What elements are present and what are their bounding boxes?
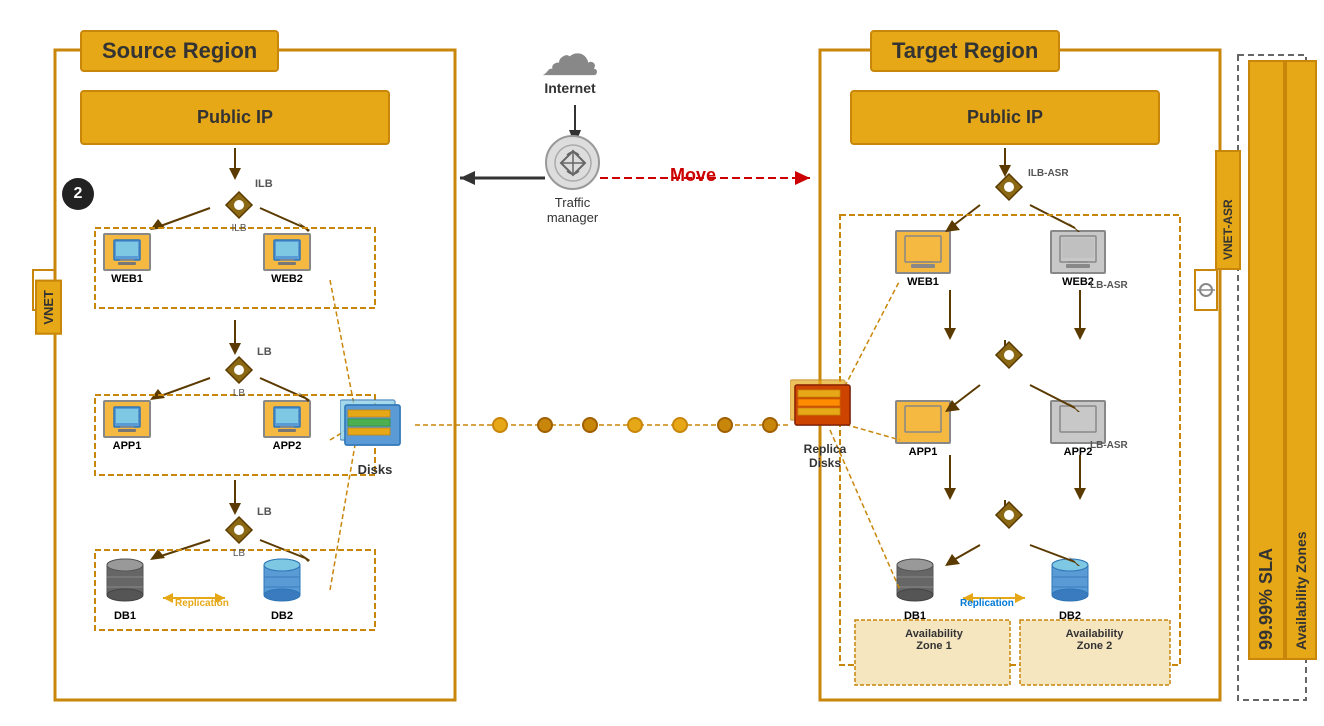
- source-replication-label: Replication: [175, 598, 229, 609]
- source-ilb-diamond: ILB: [224, 190, 254, 234]
- disks-container: Disks: [340, 390, 410, 477]
- traffic-manager-icon: [545, 135, 600, 190]
- target-app1-label: APP1: [895, 446, 951, 458]
- source-app2: APP2: [263, 400, 311, 452]
- replica-disks-label: ReplicaDisks: [790, 442, 860, 470]
- source-region-label: Source Region: [80, 30, 279, 72]
- target-public-ip: Public IP: [850, 90, 1160, 145]
- avail-zones-label: Availability Zones: [1285, 60, 1317, 660]
- vnet-asr-label: VNET-ASR: [1215, 150, 1241, 270]
- traffic-manager-label: Trafficmanager: [545, 195, 600, 225]
- vnet-label: VNET: [35, 280, 62, 335]
- source-db2-label: DB2: [260, 610, 304, 622]
- source-web1: WEB1: [103, 233, 151, 285]
- sla-label: 99.99% SLA: [1248, 60, 1285, 660]
- disks-label: Disks: [340, 462, 410, 477]
- source-web1-label: WEB1: [103, 273, 151, 285]
- target-region-label: Target Region: [870, 30, 1060, 72]
- target-lb-asr1-text: LB-ASR: [1090, 280, 1128, 291]
- source-lb2-diamond: LB: [224, 515, 254, 559]
- cloud-icon: ☁: [540, 25, 600, 85]
- target-ilb-asr-diamond: [994, 172, 1024, 207]
- target-db2: DB2: [1048, 555, 1092, 622]
- source-lb2-label: LB: [257, 506, 272, 518]
- source-lb1-label: LB: [257, 346, 272, 358]
- target-db1-label: DB1: [893, 610, 937, 622]
- source-db2: DB2: [260, 555, 304, 622]
- ilb-text: ILB: [224, 223, 254, 234]
- diagram-container: Source Region Target Region VNET VNET-AS…: [0, 0, 1324, 726]
- zone2-label: AvailabilityZone 2: [1022, 628, 1167, 652]
- lb1-text: LB: [224, 388, 254, 399]
- source-public-ip: Public IP: [80, 90, 390, 145]
- lb2-text: LB: [224, 548, 254, 559]
- source-web2-label: WEB2: [263, 273, 311, 285]
- replica-disks-container: ReplicaDisks: [790, 370, 860, 470]
- target-lb-asr2-diamond: [994, 500, 1024, 535]
- target-web1: WEB1: [895, 230, 951, 288]
- internet-label: Internet: [540, 80, 600, 96]
- target-app1: APP1: [895, 400, 951, 458]
- source-app1: APP1: [103, 400, 151, 452]
- source-web2: WEB2: [263, 233, 311, 285]
- zone1-label: AvailabilityZone 1: [860, 628, 1008, 652]
- traffic-manager: Trafficmanager: [545, 135, 600, 225]
- target-replication-label: Replication: [960, 598, 1014, 609]
- move-label: Move: [670, 165, 716, 186]
- target-db2-label: DB2: [1048, 610, 1092, 622]
- target-lb-asr2-text: LB-ASR: [1090, 440, 1128, 451]
- source-app1-label: APP1: [103, 440, 151, 452]
- source-app2-label: APP2: [263, 440, 311, 452]
- target-ilb-asr-label: ILB-ASR: [1028, 168, 1069, 179]
- source-ilb-label: ILB: [255, 178, 273, 190]
- source-badge: 2: [62, 178, 94, 210]
- source-lb1-diamond: LB: [224, 355, 254, 399]
- target-db1: DB1: [893, 555, 937, 622]
- source-db1-label: DB1: [103, 610, 147, 622]
- internet-cloud: ☁ Internet: [540, 25, 600, 96]
- target-lb-asr1-diamond: [994, 340, 1024, 375]
- target-web1-label: WEB1: [895, 276, 951, 288]
- source-db1: DB1: [103, 555, 147, 622]
